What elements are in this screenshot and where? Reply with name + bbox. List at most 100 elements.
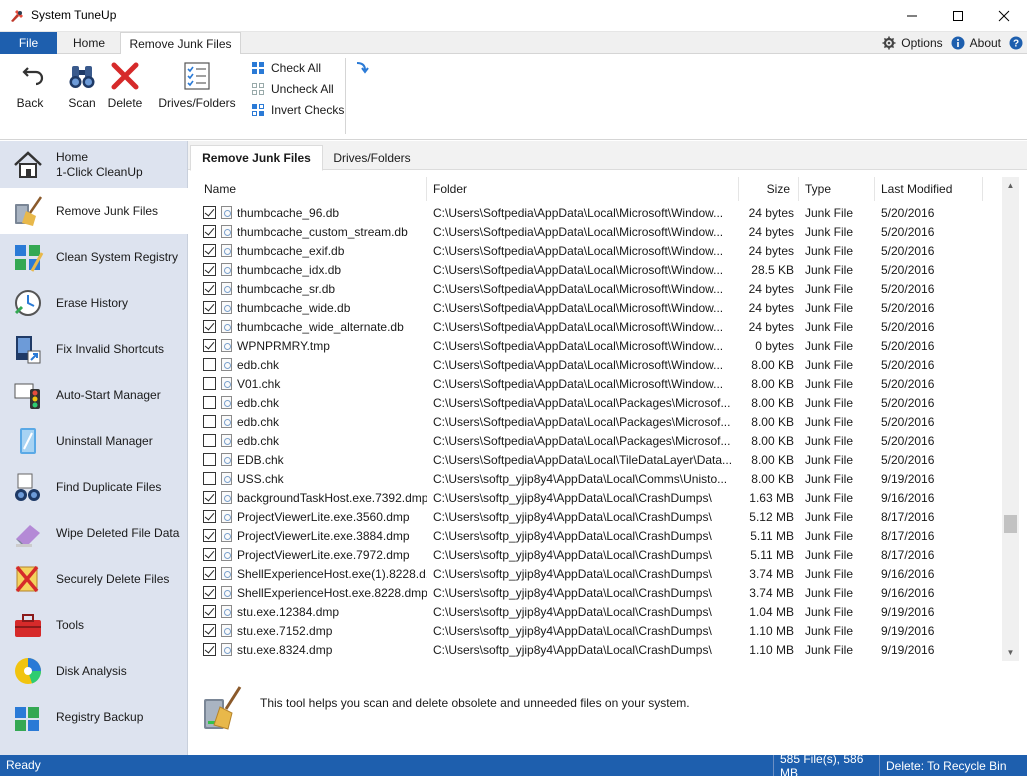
sidebar-item-tools[interactable]: Tools xyxy=(0,602,188,648)
file-tab[interactable]: File xyxy=(0,32,57,54)
sidebar-item-remove-junk-files[interactable]: Remove Junk Files xyxy=(0,188,188,234)
table-row[interactable]: thumbcache_96.db C:\Users\Softpedia\AppDa… xyxy=(188,203,1002,222)
table-row[interactable]: edb.chk C:\Users\Softpedia\AppData\Local\… xyxy=(188,355,1002,374)
table-row[interactable]: thumbcache_wide.db C:\Users\Softpedia\App… xyxy=(188,298,1002,317)
cell-size: 1.04 MB xyxy=(749,604,794,619)
tab-drives-folders[interactable]: Drives/Folders xyxy=(324,145,420,170)
row-checkbox[interactable] xyxy=(203,396,216,409)
table-row[interactable]: thumbcache_custom_stream.db C:\Users\Soft… xyxy=(188,222,1002,241)
binoculars-icon xyxy=(12,471,44,503)
scroll-down-icon[interactable]: ▼ xyxy=(1002,644,1019,661)
delete-button[interactable]: Delete xyxy=(107,60,143,110)
ribbon-separator xyxy=(345,58,346,134)
row-checkbox[interactable] xyxy=(203,472,216,485)
column-type[interactable]: Type xyxy=(799,177,875,201)
column-size[interactable]: Size xyxy=(739,177,799,201)
invert-checks-button[interactable]: Invert Checks xyxy=(251,103,344,117)
check-all-button[interactable]: Check All xyxy=(251,61,321,75)
table-row[interactable]: EDB.chk C:\Users\Softpedia\AppData\Local\… xyxy=(188,450,1002,469)
sidebar-item-uninstall-manager[interactable]: Uninstall Manager xyxy=(0,418,188,464)
cell-size: 8.00 KB xyxy=(751,357,794,372)
close-button[interactable] xyxy=(981,0,1027,31)
row-checkbox[interactable] xyxy=(203,434,216,447)
drives-folders-button[interactable]: Drives/Folders xyxy=(158,60,236,110)
scroll-up-icon[interactable]: ▲ xyxy=(1002,177,1019,194)
scan-button[interactable]: Scan xyxy=(66,60,98,110)
sidebar-item-registry-backup[interactable]: Registry Backup xyxy=(0,694,188,740)
table-row[interactable]: ProjectViewerLite.exe.3560.dmp C:\Users\s… xyxy=(188,507,1002,526)
table-row[interactable]: thumbcache_idx.db C:\Users\Softpedia\AppD… xyxy=(188,260,1002,279)
tab-home[interactable]: Home xyxy=(58,32,120,54)
row-checkbox[interactable] xyxy=(203,453,216,466)
about-link[interactable]: About xyxy=(951,36,1001,50)
minimize-button[interactable] xyxy=(889,0,935,31)
sidebar-item-find-duplicate-files[interactable]: Find Duplicate Files xyxy=(0,464,188,510)
table-row[interactable]: USS.chk C:\Users\softp_yjip8y4\AppData\Lo… xyxy=(188,469,1002,488)
vertical-scrollbar[interactable]: ▲ ▼ xyxy=(1002,177,1019,661)
sidebar-item-clean-system-registry[interactable]: Clean System Registry xyxy=(0,234,188,280)
row-checkbox[interactable] xyxy=(203,529,216,542)
table-row[interactable]: thumbcache_wide_alternate.db C:\Users\Sof… xyxy=(188,317,1002,336)
table-row[interactable]: thumbcache_exif.db C:\Users\Softpedia\App… xyxy=(188,241,1002,260)
table-row[interactable]: edb.chk C:\Users\Softpedia\AppData\Local\… xyxy=(188,393,1002,412)
table-row[interactable]: thumbcache_sr.db C:\Users\Softpedia\AppDa… xyxy=(188,279,1002,298)
row-checkbox[interactable] xyxy=(203,301,216,314)
row-checkbox[interactable] xyxy=(203,491,216,504)
cell-folder: C:\Users\Softpedia\AppData\Local\Microso… xyxy=(433,243,724,258)
sidebar-item-fix-invalid-shortcuts[interactable]: Fix Invalid Shortcuts xyxy=(0,326,188,372)
table-row[interactable]: ShellExperienceHost.exe.8228.dmp C:\Users… xyxy=(188,583,1002,602)
row-checkbox[interactable] xyxy=(203,586,216,599)
cell-folder: C:\Users\softp_yjip8y4\AppData\Local\Cra… xyxy=(433,604,712,619)
sidebar-item-securely-delete-files[interactable]: Securely Delete Files xyxy=(0,556,188,602)
row-checkbox[interactable] xyxy=(203,510,216,523)
uncheck-all-button[interactable]: Uncheck All xyxy=(251,82,334,96)
row-checkbox[interactable] xyxy=(203,643,216,656)
row-checkbox[interactable] xyxy=(203,377,216,390)
table-row[interactable]: stu.exe.7152.dmp C:\Users\softp_yjip8y4\A… xyxy=(188,621,1002,640)
scrollbar-thumb[interactable] xyxy=(1004,515,1017,533)
sidebar-item-disk-analysis[interactable]: Disk Analysis xyxy=(0,648,188,694)
row-checkbox[interactable] xyxy=(203,339,216,352)
collapse-ribbon-icon[interactable] xyxy=(355,60,369,74)
back-button[interactable]: Back xyxy=(14,60,46,110)
row-checkbox[interactable] xyxy=(203,548,216,561)
sidebar-item-home[interactable]: Home 1-Click CleanUp xyxy=(0,142,188,188)
cell-type: Junk File xyxy=(805,623,854,638)
row-checkbox[interactable] xyxy=(203,263,216,276)
column-name[interactable]: Name xyxy=(198,177,427,201)
check-all-label: Check All xyxy=(271,61,322,75)
tab-remove-junk-files[interactable]: Remove Junk Files xyxy=(120,32,241,55)
row-checkbox[interactable] xyxy=(203,244,216,257)
help-button[interactable]: ? xyxy=(1009,36,1023,50)
sidebar-item-auto-start-manager[interactable]: Auto-Start Manager xyxy=(0,372,188,418)
cell-type: Junk File xyxy=(805,490,854,505)
sidebar: Home 1-Click CleanUp Remove Junk Files Clea… xyxy=(0,141,188,755)
row-checkbox[interactable] xyxy=(203,415,216,428)
options-link[interactable]: Options xyxy=(882,36,943,50)
row-checkbox[interactable] xyxy=(203,225,216,238)
table-row[interactable]: edb.chk C:\Users\Softpedia\AppData\Local\… xyxy=(188,412,1002,431)
row-checkbox[interactable] xyxy=(203,282,216,295)
table-row[interactable]: edb.chk C:\Users\Softpedia\AppData\Local\… xyxy=(188,431,1002,450)
table-row[interactable]: backgroundTaskHost.exe.7392.dmp C:\Users\… xyxy=(188,488,1002,507)
sidebar-item-wipe-deleted-file-data[interactable]: Wipe Deleted File Data xyxy=(0,510,188,556)
row-checkbox[interactable] xyxy=(203,320,216,333)
row-checkbox[interactable] xyxy=(203,567,216,580)
maximize-button[interactable] xyxy=(935,0,981,31)
table-row[interactable]: ShellExperienceHost.exe(1).8228.d... C:\U… xyxy=(188,564,1002,583)
row-checkbox[interactable] xyxy=(203,358,216,371)
table-row[interactable]: stu.exe.8324.dmp C:\Users\softp_yjip8y4\A… xyxy=(188,640,1002,659)
sidebar-item-erase-history[interactable]: Erase History xyxy=(0,280,188,326)
tab-remove-junk-files-view[interactable]: Remove Junk Files xyxy=(190,145,323,171)
row-checkbox[interactable] xyxy=(203,206,216,219)
row-checkbox[interactable] xyxy=(203,605,216,618)
table-row[interactable]: WPNPRMRY.tmp C:\Users\Softpedia\AppData\L… xyxy=(188,336,1002,355)
row-checkbox[interactable] xyxy=(203,624,216,637)
table-row[interactable]: stu.exe.12384.dmp C:\Users\softp_yjip8y4\… xyxy=(188,602,1002,621)
table-row[interactable]: V01.chk C:\Users\Softpedia\AppData\Local\… xyxy=(188,374,1002,393)
table-row[interactable]: ProjectViewerLite.exe.3884.dmp C:\Users\s… xyxy=(188,526,1002,545)
table-row[interactable]: ProjectViewerLite.exe.7972.dmp C:\Users\s… xyxy=(188,545,1002,564)
column-folder[interactable]: Folder xyxy=(427,177,739,201)
cell-modified: 5/20/2016 xyxy=(881,338,935,353)
column-last-modified[interactable]: Last Modified xyxy=(875,177,983,201)
